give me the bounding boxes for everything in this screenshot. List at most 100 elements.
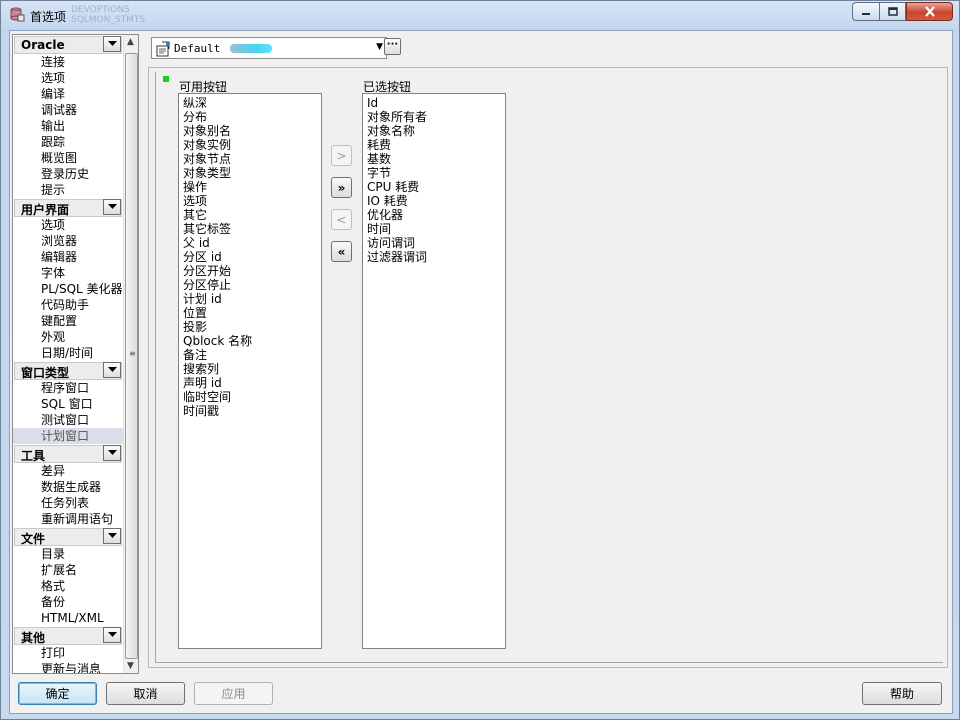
list-item[interactable]: 投影 — [183, 320, 317, 334]
nav-item-format[interactable]: 格式 — [13, 578, 123, 594]
list-item[interactable]: 基数 — [367, 152, 501, 166]
nav-item-options[interactable]: 选项 — [13, 70, 123, 86]
apply-button[interactable]: 应用 — [194, 682, 273, 705]
nav-item-test-window[interactable]: 测试窗口 — [13, 412, 123, 428]
ok-button[interactable]: 确定 — [18, 682, 97, 705]
list-item[interactable]: Qblock 名称 — [183, 334, 317, 348]
scroll-down-icon[interactable]: ▼ — [127, 661, 134, 671]
cancel-button[interactable]: 取消 — [106, 682, 185, 705]
chevron-down-icon[interactable]: ▼ — [376, 42, 383, 52]
list-item[interactable]: 时间 — [367, 222, 501, 236]
list-item[interactable]: 搜索列 — [183, 362, 317, 376]
title-bar[interactable]: 首选项 DEVOPTIONS SQLMON_STMTS — [1, 1, 959, 29]
list-item[interactable]: 分区开始 — [183, 264, 317, 278]
collapse-group-button[interactable] — [103, 36, 121, 52]
nav-item-data-generator[interactable]: 数据生成器 — [13, 479, 123, 495]
nav-item-print[interactable]: 打印 — [13, 645, 123, 661]
list-item[interactable]: 父 id — [183, 236, 317, 250]
list-item[interactable]: 位置 — [183, 306, 317, 320]
list-item[interactable]: 过滤器谓词 — [367, 250, 501, 264]
nav-item-browser[interactable]: 浏览器 — [13, 233, 123, 249]
nav-item-task-list[interactable]: 任务列表 — [13, 495, 123, 511]
list-item[interactable]: CPU 耗费 — [367, 180, 501, 194]
nav-group-window-types[interactable]: 窗口类型 — [14, 362, 122, 380]
nav-item-program-window[interactable]: 程序窗口 — [13, 380, 123, 396]
nav-item-plan-window[interactable]: 计划窗口 — [13, 428, 123, 444]
remove-selected-button[interactable]: < — [331, 209, 352, 230]
nav-item-ui-options[interactable]: 选项 — [13, 217, 123, 233]
minimize-button[interactable] — [852, 2, 879, 21]
nav-item-directories[interactable]: 目录 — [13, 546, 123, 562]
list-item[interactable]: 时间戳 — [183, 404, 317, 418]
nav-item-html-xml[interactable]: HTML/XML — [13, 610, 123, 626]
list-item[interactable]: 计划 id — [183, 292, 317, 306]
list-item[interactable]: 临时空间 — [183, 390, 317, 404]
nav-item-hints[interactable]: 提示 — [13, 182, 123, 198]
list-item[interactable]: 分布 — [183, 110, 317, 124]
collapse-group-button[interactable] — [103, 445, 121, 461]
list-item[interactable]: 访问谓词 — [367, 236, 501, 250]
collapse-group-button[interactable] — [103, 627, 121, 643]
nav-item-trace[interactable]: 跟踪 — [13, 134, 123, 150]
nav-item-debugger[interactable]: 调试器 — [13, 102, 123, 118]
list-item[interactable]: 对象名称 — [367, 124, 501, 138]
nav-group-user-interface[interactable]: 用户界面 — [14, 199, 122, 217]
nav-item-updates[interactable]: 更新与消息 — [13, 661, 123, 673]
list-item[interactable]: 对象所有者 — [367, 110, 501, 124]
nav-item-plsql-beautifier[interactable]: PL/SQL 美化器 — [13, 281, 123, 297]
nav-group-oracle[interactable]: Oracle — [14, 36, 122, 54]
list-item[interactable]: 对象实例 — [183, 138, 317, 152]
list-item[interactable]: 对象节点 — [183, 152, 317, 166]
collapse-group-button[interactable] — [103, 199, 121, 215]
nav-item-backup[interactable]: 备份 — [13, 594, 123, 610]
collapse-group-button[interactable] — [103, 528, 121, 544]
available-buttons-list[interactable]: 纵深 分布 对象别名 对象实例 对象节点 对象类型 操作 选项 其它 其它标签 … — [178, 93, 322, 649]
nav-item-date-time[interactable]: 日期/时间 — [13, 345, 123, 361]
nav-item-compiler[interactable]: 编译 — [13, 86, 123, 102]
list-item[interactable]: 备注 — [183, 348, 317, 362]
list-item[interactable]: 字节 — [367, 166, 501, 180]
nav-item-connection[interactable]: 连接 — [13, 54, 123, 70]
collapse-group-button[interactable] — [103, 362, 121, 378]
remove-all-button[interactable]: « — [331, 241, 352, 262]
nav-item-output[interactable]: 输出 — [13, 118, 123, 134]
nav-item-appearance[interactable]: 外观 — [13, 329, 123, 345]
list-item[interactable]: 优化器 — [367, 208, 501, 222]
list-item[interactable]: 对象类型 — [183, 166, 317, 180]
nav-item-code-assistant[interactable]: 代码助手 — [13, 297, 123, 313]
close-button[interactable] — [906, 2, 953, 21]
add-all-button[interactable]: » — [331, 177, 352, 198]
template-options-button[interactable]: ··· — [384, 38, 401, 55]
list-item[interactable]: 操作 — [183, 180, 317, 194]
list-item[interactable]: 声明 id — [183, 376, 317, 390]
list-item[interactable]: 其它 — [183, 208, 317, 222]
list-item[interactable]: 分区停止 — [183, 278, 317, 292]
nav-item-editor[interactable]: 编辑器 — [13, 249, 123, 265]
maximize-button[interactable] — [879, 2, 906, 21]
nav-scrollbar[interactable]: ▲ ≡ ▼ — [123, 35, 138, 673]
list-item[interactable]: 纵深 — [183, 96, 317, 110]
nav-item-overview[interactable]: 概览图 — [13, 150, 123, 166]
nav-item-sql-window[interactable]: SQL 窗口 — [13, 396, 123, 412]
nav-group-tools[interactable]: 工具 — [14, 445, 122, 463]
selected-buttons-list[interactable]: Id 对象所有者 对象名称 耗费 基数 字节 CPU 耗费 IO 耗费 优化器 … — [362, 93, 506, 649]
nav-item-key-config[interactable]: 键配置 — [13, 313, 123, 329]
list-item[interactable]: 其它标签 — [183, 222, 317, 236]
scroll-up-icon[interactable]: ▲ — [127, 37, 134, 47]
template-select[interactable]: Default ▼ — [151, 37, 387, 59]
nav-group-other[interactable]: 其他 — [14, 627, 122, 645]
add-selected-button[interactable]: > — [331, 145, 352, 166]
help-button[interactable]: 帮助 — [862, 682, 942, 705]
list-item[interactable]: Id — [367, 96, 501, 110]
nav-item-fonts[interactable]: 字体 — [13, 265, 123, 281]
nav-item-recall-statement[interactable]: 重新调用语句 — [13, 511, 123, 527]
nav-group-files[interactable]: 文件 — [14, 528, 122, 546]
list-item[interactable]: 选项 — [183, 194, 317, 208]
list-item[interactable]: 耗费 — [367, 138, 501, 152]
scrollbar-thumb[interactable]: ≡ — [125, 53, 138, 659]
nav-item-extensions[interactable]: 扩展名 — [13, 562, 123, 578]
nav-item-login-history[interactable]: 登录历史 — [13, 166, 123, 182]
list-item[interactable]: 对象别名 — [183, 124, 317, 138]
list-item[interactable]: IO 耗费 — [367, 194, 501, 208]
nav-item-diff[interactable]: 差异 — [13, 463, 123, 479]
